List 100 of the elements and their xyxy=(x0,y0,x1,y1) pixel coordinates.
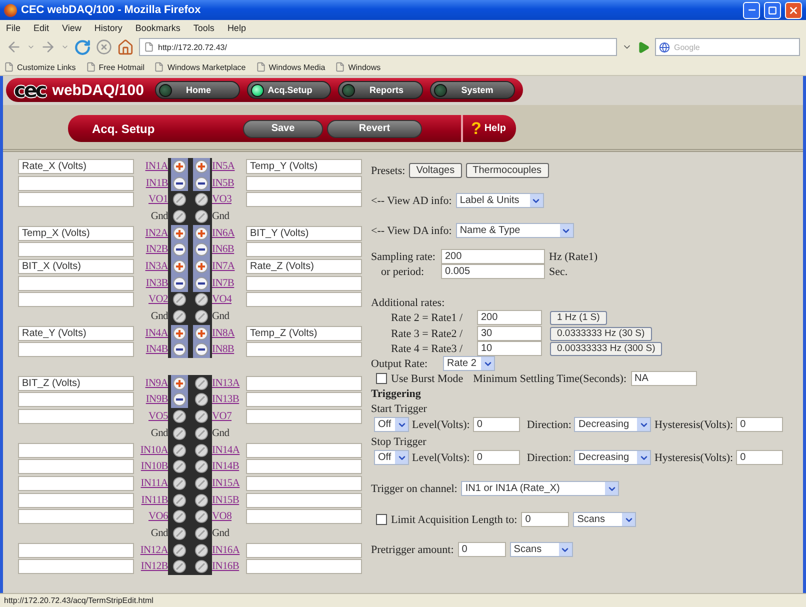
channel-name-field[interactable] xyxy=(246,376,362,391)
channel-name-field[interactable]: Rate_X (Volts) xyxy=(18,158,134,174)
bookmark-link[interactable]: Free Hotmail xyxy=(86,62,144,72)
nav-button[interactable]: System xyxy=(430,81,515,99)
channel-name-field[interactable] xyxy=(246,459,362,474)
channel-name-field[interactable] xyxy=(246,192,362,208)
nav-button[interactable]: Home xyxy=(154,81,240,99)
rate-result-button[interactable]: 0.0333333 Hz (30 S) xyxy=(550,326,652,340)
home-icon[interactable] xyxy=(117,38,134,56)
menu-item[interactable]: Help xyxy=(227,22,246,32)
channel-name-field[interactable] xyxy=(246,342,362,358)
menu-item[interactable]: Bookmarks xyxy=(135,22,180,32)
toolbar-button[interactable]: Revert xyxy=(327,120,422,138)
bookmark-link[interactable]: Windows Marketplace xyxy=(154,62,246,72)
rate-divisor-field[interactable]: 30 xyxy=(477,326,542,341)
period-field[interactable]: 0.005 xyxy=(441,264,545,279)
channel-name-field[interactable] xyxy=(246,392,362,408)
channel-link[interactable]: IN7B xyxy=(212,278,234,289)
channel-name-field[interactable] xyxy=(18,192,134,208)
nav-button[interactable]: Acq.Setup xyxy=(246,81,332,99)
channel-link[interactable]: IN11A xyxy=(140,478,168,489)
channel-name-field[interactable] xyxy=(246,292,362,308)
channel-name-field[interactable] xyxy=(18,276,134,291)
channel-link[interactable]: IN16A xyxy=(212,544,240,556)
channel-name-field[interactable]: Temp_Z (Volts) xyxy=(246,326,362,341)
pretrigger-unit-dropdown[interactable]: Scans xyxy=(510,542,573,557)
menu-item[interactable]: File xyxy=(6,22,21,32)
channel-name-field[interactable] xyxy=(246,409,362,424)
channel-name-field[interactable] xyxy=(18,476,134,491)
channel-name-field[interactable] xyxy=(18,559,134,574)
channel-link[interactable]: IN4A xyxy=(145,328,168,339)
channel-link[interactable]: IN4B xyxy=(146,344,168,356)
channel-link[interactable]: IN10B xyxy=(140,461,168,472)
bookmark-link[interactable]: Windows Media xyxy=(256,62,326,72)
caret-icon[interactable] xyxy=(61,43,69,51)
channel-name-field[interactable] xyxy=(18,542,134,558)
channel-name-field[interactable] xyxy=(18,442,134,458)
ad-info-dropdown[interactable]: Label & Units xyxy=(456,193,544,208)
channel-link[interactable]: VO3 xyxy=(212,194,232,206)
channel-link[interactable]: VO1 xyxy=(148,194,168,206)
channel-name-field[interactable]: BIT_X (Volts) xyxy=(18,258,134,274)
channel-name-field[interactable] xyxy=(246,542,362,558)
channel-link[interactable]: VO8 xyxy=(212,511,232,522)
help-button[interactable]: ? Help xyxy=(460,115,516,142)
checkbox[interactable] xyxy=(376,514,387,525)
pretrigger-field[interactable]: 0 xyxy=(458,542,506,557)
menu-item[interactable]: View xyxy=(62,22,82,32)
channel-name-field[interactable] xyxy=(18,459,134,474)
channel-name-field[interactable]: Rate_Z (Volts) xyxy=(246,258,362,274)
channel-link[interactable]: IN7A xyxy=(212,260,235,272)
channel-link[interactable]: VO7 xyxy=(212,411,232,422)
channel-name-field[interactable] xyxy=(18,392,134,408)
bookmark-link[interactable]: Windows xyxy=(335,62,381,72)
channel-link[interactable]: IN8B xyxy=(212,344,234,356)
bookmark-link[interactable]: Customize Links xyxy=(4,62,76,72)
stop-icon[interactable] xyxy=(96,39,112,55)
level-field[interactable]: 0 xyxy=(472,417,520,432)
channel-name-field[interactable] xyxy=(18,176,134,191)
rate-divisor-field[interactable]: 10 xyxy=(477,341,542,356)
channel-name-field[interactable] xyxy=(18,292,134,308)
caret-icon[interactable] xyxy=(27,43,35,51)
go-icon[interactable] xyxy=(637,40,650,54)
preset-button[interactable]: Thermocouples xyxy=(466,163,549,178)
channel-link[interactable]: IN14A xyxy=(212,444,240,456)
channel-link[interactable]: IN13B xyxy=(212,394,240,406)
direction-dropdown[interactable]: Decreasing xyxy=(574,450,652,465)
channel-name-field[interactable] xyxy=(246,492,362,508)
channel-name-field[interactable] xyxy=(18,492,134,508)
trigger-mode-dropdown[interactable]: Off xyxy=(374,417,409,432)
reload-icon[interactable] xyxy=(74,38,91,56)
channel-link[interactable]: IN2A xyxy=(145,228,168,239)
menu-item[interactable]: Edit xyxy=(34,22,50,32)
channel-link[interactable]: VO5 xyxy=(148,411,168,422)
sampling-rate-field[interactable]: 200 xyxy=(441,249,545,264)
rate-divisor-field[interactable]: 200 xyxy=(477,310,542,325)
channel-link[interactable]: IN3B xyxy=(146,278,168,289)
rate-result-button[interactable]: 0.00333333 Hz (300 S) xyxy=(550,342,662,356)
limit-unit-dropdown[interactable]: Scans xyxy=(573,512,636,527)
trigger-mode-dropdown[interactable]: Off xyxy=(374,450,409,465)
da-info-dropdown[interactable]: Name & Type xyxy=(456,223,574,238)
channel-link[interactable]: VO6 xyxy=(148,511,168,522)
rate-result-button[interactable]: 1 Hz (1 S) xyxy=(550,310,607,324)
channel-name-field[interactable]: BIT_Y (Volts) xyxy=(246,226,362,241)
channel-link[interactable]: IN15B xyxy=(212,494,240,506)
channel-link[interactable]: IN11B xyxy=(141,494,168,506)
channel-name-field[interactable] xyxy=(246,442,362,458)
output-rate-dropdown[interactable]: Rate 2 xyxy=(443,356,495,371)
channel-link[interactable]: IN12B xyxy=(140,561,168,572)
channel-link[interactable]: VO2 xyxy=(148,294,168,306)
channel-name-field[interactable] xyxy=(246,509,362,524)
channel-name-field[interactable] xyxy=(18,242,134,258)
channel-link[interactable]: IN6A xyxy=(212,228,235,239)
preset-button[interactable]: Voltages xyxy=(409,163,462,178)
back-icon[interactable] xyxy=(6,39,22,55)
channel-link[interactable]: IN5B xyxy=(212,178,234,189)
channel-link[interactable]: IN13A xyxy=(212,378,240,389)
toolbar-button[interactable]: Save xyxy=(243,120,323,138)
channel-link[interactable]: IN9A xyxy=(145,378,168,389)
address-field[interactable]: http://172.20.72.43/ xyxy=(139,38,617,56)
menu-item[interactable]: Tools xyxy=(193,22,214,32)
